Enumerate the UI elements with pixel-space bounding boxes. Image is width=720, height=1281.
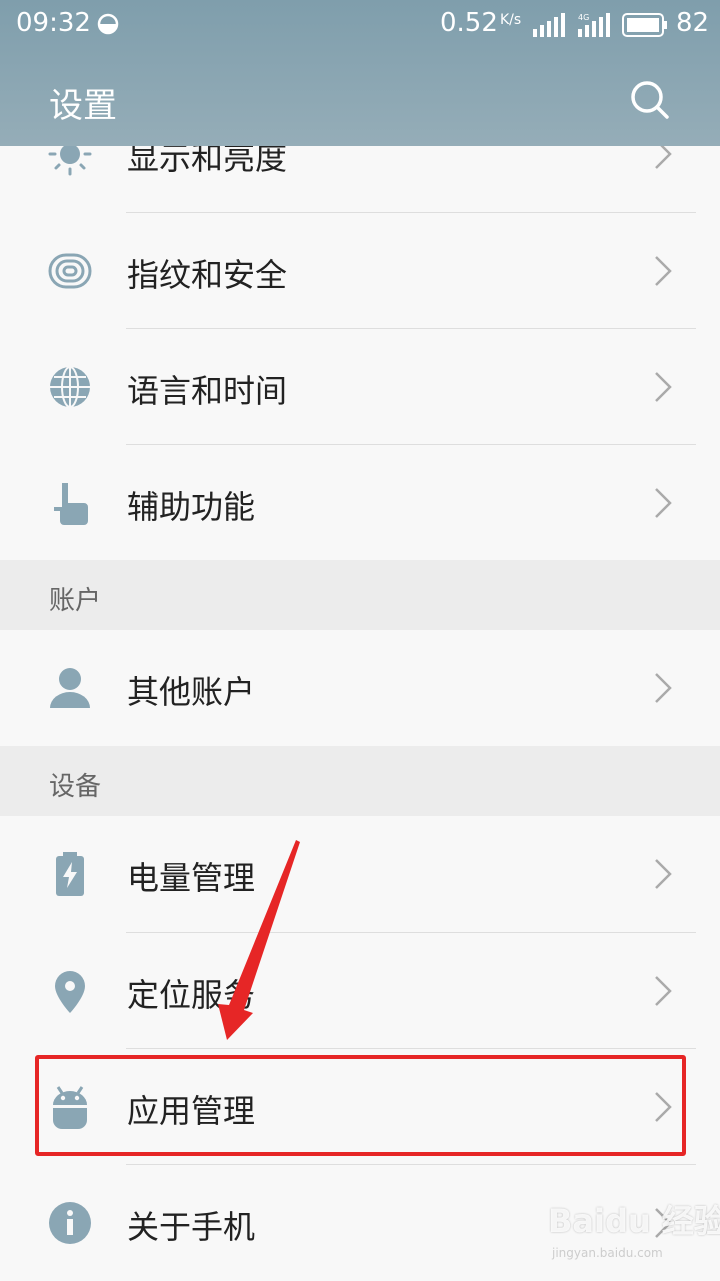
- section-header-accounts: 账户: [0, 560, 720, 630]
- settings-item-fingerprint-security[interactable]: 指纹和安全: [0, 213, 720, 329]
- section-header-device: 设备: [0, 746, 720, 816]
- watermark-text: Baidu 经验: [548, 1202, 720, 1240]
- user-icon: [50, 668, 90, 708]
- item-label: 电量管理: [127, 859, 256, 897]
- do-not-disturb-icon: [97, 13, 119, 35]
- globe-icon: [50, 366, 90, 408]
- battery-percentage: 82: [676, 8, 710, 38]
- signal-4g-icon: 4G: [578, 13, 610, 37]
- section-title: 设备: [49, 772, 102, 802]
- chevron-right-icon: [655, 488, 672, 518]
- fingerprint-icon: [48, 253, 92, 289]
- settings-item-accessibility[interactable]: 辅助功能: [0, 445, 720, 561]
- page-title: 设置: [49, 86, 117, 126]
- item-label: 关于手机: [127, 1208, 256, 1246]
- section-title: 账户: [49, 586, 102, 616]
- item-label: 辅助功能: [127, 488, 256, 526]
- network-speed: 0.52: [440, 8, 498, 38]
- chevron-right-icon: [655, 256, 672, 286]
- app-header: 09:32 0.52 K/s 4G 82 设置: [0, 0, 720, 146]
- search-icon[interactable]: [628, 78, 670, 120]
- battery-status-icon: [622, 13, 667, 37]
- item-label: 语言和时间: [127, 372, 288, 410]
- signal-4g-label: 4G: [578, 13, 589, 22]
- status-bar: 09:32 0.52 K/s 4G 82: [0, 0, 720, 50]
- chevron-right-icon: [655, 372, 672, 402]
- chevron-right-icon: [655, 859, 672, 889]
- settings-item-other-accounts[interactable]: 其他账户: [0, 630, 720, 746]
- settings-item-battery-management[interactable]: 电量管理: [0, 816, 720, 932]
- item-label: 指纹和安全: [127, 256, 288, 294]
- network-speed-unit: K/s: [500, 12, 522, 28]
- info-icon: [49, 1202, 91, 1244]
- settings-item-location-services[interactable]: 定位服务: [0, 933, 720, 1049]
- highlight-box: [35, 1055, 686, 1156]
- status-time: 09:32: [16, 8, 91, 38]
- hand-pointer-icon: [54, 483, 88, 525]
- chevron-right-icon: [655, 976, 672, 1006]
- settings-item-language-time[interactable]: 语言和时间: [0, 329, 720, 445]
- watermark-url: jingyan.baidu.com: [552, 1246, 663, 1260]
- location-pin-icon: [55, 971, 85, 1013]
- item-label: 其他账户: [127, 673, 256, 711]
- battery-icon: [56, 852, 84, 896]
- item-label: 定位服务: [127, 976, 256, 1014]
- signal-icon: [533, 13, 565, 37]
- chevron-right-icon: [655, 673, 672, 703]
